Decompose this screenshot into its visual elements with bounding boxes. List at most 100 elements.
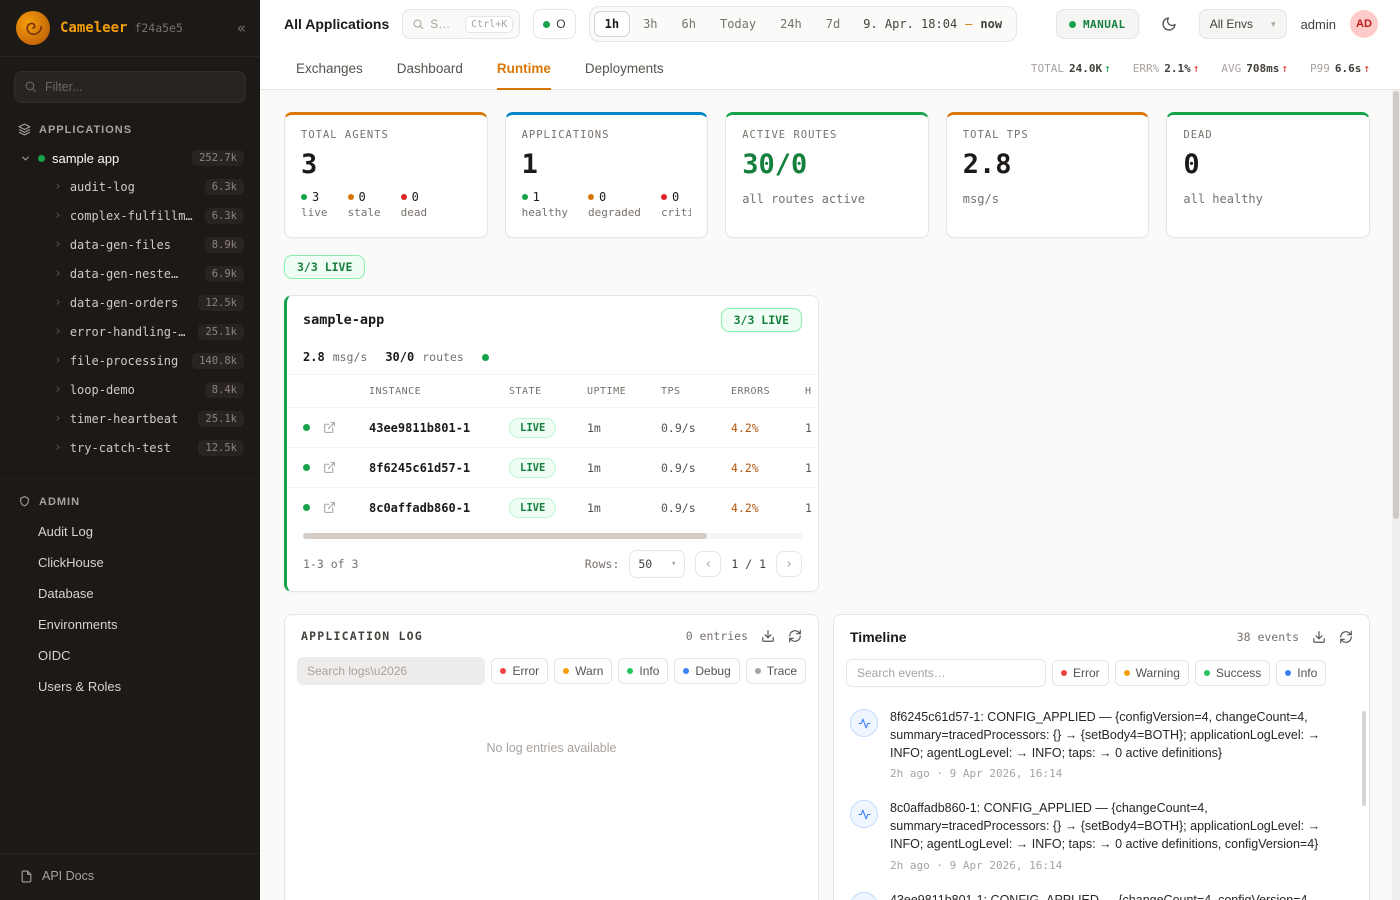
sidebar-item-complex-fulfillment[interactable]: ›complex-fulfillm…6.3k — [0, 201, 260, 230]
tps-cell: 0.9/s — [661, 461, 731, 475]
time-range-7d[interactable]: 7d — [815, 11, 851, 37]
external-link-icon[interactable] — [323, 421, 369, 434]
stat-card-total-agents: TOTAL AGENTS 3 3live 0stale 0dead — [284, 112, 488, 238]
time-range-3h[interactable]: 3h — [632, 11, 668, 37]
sidebar-item-data-gen-orders[interactable]: ›data-gen-orders12.5k — [0, 288, 260, 317]
global-search[interactable]: S… Ctrl+K — [402, 9, 520, 39]
application-name[interactable]: sample-app — [303, 312, 384, 328]
page-scrollbar-thumb[interactable] — [1393, 91, 1399, 519]
timeline-event[interactable]: 8c0affadb860-1: CONFIG_APPLIED — {change… — [850, 790, 1351, 881]
time-range-6h[interactable]: 6h — [671, 11, 707, 37]
next-page-button[interactable]: › — [776, 551, 802, 577]
timeline-panel-header: Timeline 38 events — [834, 615, 1369, 657]
timeline-search-input[interactable] — [846, 659, 1046, 687]
stat-card-title: APPLICATIONS — [522, 129, 692, 141]
timeline-filter-info[interactable]: Info — [1276, 660, 1326, 686]
sidebar-collapse-button[interactable]: « — [237, 19, 246, 37]
log-search-input[interactable] — [297, 657, 485, 685]
log-filter-error[interactable]: Error — [491, 658, 548, 684]
trend-up-icon: ↑ — [1104, 62, 1111, 75]
sidebar-item-loop-demo[interactable]: ›loop-demo8.4k — [0, 375, 260, 404]
log-filter-trace[interactable]: Trace — [746, 658, 806, 684]
api-docs-link[interactable]: API Docs — [0, 853, 260, 900]
log-filter-debug[interactable]: Debug — [674, 658, 739, 684]
timeline-filter-success[interactable]: Success — [1195, 660, 1270, 686]
count-badge: 8.9k — [205, 237, 244, 253]
log-filter-warn[interactable]: Warn — [554, 658, 612, 684]
keyboard-shortcut-badge: Ctrl+K — [465, 16, 513, 33]
sidebar-item-sample-app[interactable]: sample app 252.7k — [0, 144, 260, 172]
tab-exchanges[interactable]: Exchanges — [296, 48, 363, 90]
activity-icon — [850, 892, 878, 900]
column-header-uptime: UPTIME — [587, 386, 661, 397]
sidebar-item-users-roles[interactable]: Users & Roles — [0, 671, 260, 702]
event-text: 43ee9811b801-1: CONFIG_APPLIED — {change… — [890, 892, 1311, 900]
chevron-right-icon: › — [54, 324, 62, 339]
sidebar-filter-input[interactable] — [14, 71, 246, 103]
refresh-icon[interactable] — [788, 629, 802, 643]
manual-mode-button[interactable]: MANUAL — [1056, 9, 1139, 39]
sidebar-item-environments[interactable]: Environments — [0, 609, 260, 640]
table-header-row: INSTANCE STATE UPTIME TPS ERRORS H — [287, 375, 818, 407]
online-toggle[interactable]: O — [533, 9, 575, 39]
horizontal-scrollbar — [303, 533, 802, 539]
sidebar-item-error-handling[interactable]: ›error-handling-…25.1k — [0, 317, 260, 346]
sidebar-item-audit-log[interactable]: ›audit-log6.3k — [0, 172, 260, 201]
dark-mode-toggle[interactable] — [1153, 9, 1185, 39]
sidebar-item-data-gen-nested[interactable]: ›data-gen-neste…6.9k — [0, 259, 260, 288]
table-row[interactable]: 8c0affadb860-1 LIVE 1m 0.9/s 4.2% 1 — [287, 487, 818, 527]
sidebar-item-oidc[interactable]: OIDC — [0, 640, 260, 671]
table-row[interactable]: 43ee9811b801-1 LIVE 1m 0.9/s 4.2% 1 — [287, 407, 818, 447]
app-root: Cameleerf24a5e5 « APPLICATIONS sample ap… — [0, 0, 1400, 900]
time-range-group: 1h 3h 6h Today 24h 7d 9. Apr. 18:04 — no… — [589, 6, 1017, 42]
download-icon[interactable] — [1312, 630, 1326, 644]
errors-cell: 4.2% — [731, 461, 805, 475]
sidebar-item-data-gen-files[interactable]: ›data-gen-files8.9k — [0, 230, 260, 259]
sidebar-item-clickhouse[interactable]: ClickHouse — [0, 547, 260, 578]
log-filter-info[interactable]: Info — [618, 658, 668, 684]
external-link-icon[interactable] — [323, 501, 369, 514]
external-link-icon[interactable] — [323, 461, 369, 474]
timeline-event[interactable]: 8f6245c61d57-1: CONFIG_APPLIED — {config… — [850, 699, 1351, 790]
rows-per-page-select[interactable]: 50 ▾ — [629, 550, 685, 578]
sidebar-item-file-processing[interactable]: ›file-processing140.8k — [0, 346, 260, 375]
stat-card-metrics: 3live 0stale 0dead — [301, 190, 471, 219]
date-range[interactable]: 9. Apr. 18:04 — now — [863, 17, 1002, 31]
timeline-scrollbar-thumb[interactable] — [1362, 711, 1366, 806]
environment-select[interactable]: All Envs ▾ — [1199, 9, 1287, 39]
tps-cell: 0.9/s — [661, 421, 731, 435]
application-card-header: sample-app 3/3 LIVE — [287, 296, 818, 344]
sidebar-item-try-catch-test[interactable]: ›try-catch-test12.5k — [0, 433, 260, 462]
chevron-right-icon: › — [54, 237, 62, 252]
page-scrollbar[interactable] — [1392, 90, 1400, 900]
tab-bar: Exchanges Dashboard Runtime Deployments … — [260, 48, 1400, 90]
time-range-24h[interactable]: 24h — [769, 11, 813, 37]
tps-value: 2.8 — [303, 350, 325, 364]
horizontal-scrollbar-thumb[interactable] — [303, 533, 707, 539]
refresh-icon[interactable] — [1339, 630, 1353, 644]
prev-page-button[interactable]: ‹ — [695, 551, 721, 577]
tab-deployments[interactable]: Deployments — [585, 48, 664, 90]
tab-runtime[interactable]: Runtime — [497, 48, 551, 90]
timeline-filter-error[interactable]: Error — [1052, 660, 1109, 686]
row-range-label: 1-3 of 3 — [303, 557, 358, 571]
time-range-today[interactable]: Today — [709, 11, 767, 37]
sidebar-app-name: sample app — [52, 151, 119, 166]
sidebar-item-audit-log-admin[interactable]: Audit Log — [0, 516, 260, 547]
chameleon-logo-icon — [23, 18, 43, 38]
application-card-stats: 2.8 msg/s 30/0 routes — [287, 344, 818, 375]
time-range-1h[interactable]: 1h — [594, 11, 630, 37]
uptime-cell: 1m — [587, 421, 661, 435]
routes-value: 30/0 — [385, 350, 414, 364]
table-row[interactable]: 8f6245c61d57-1 LIVE 1m 0.9/s 4.2% 1 — [287, 447, 818, 487]
download-icon[interactable] — [761, 629, 775, 643]
sidebar-item-database[interactable]: Database — [0, 578, 260, 609]
activity-icon — [850, 709, 878, 737]
timeline-filter-warning[interactable]: Warning — [1115, 660, 1189, 686]
chevron-right-icon: › — [54, 208, 62, 223]
avatar[interactable]: AD — [1350, 10, 1378, 38]
sidebar-item-timer-heartbeat[interactable]: ›timer-heartbeat25.1k — [0, 404, 260, 433]
tab-dashboard[interactable]: Dashboard — [397, 48, 463, 90]
count-badge: 140.8k — [192, 353, 244, 369]
timeline-event[interactable]: 43ee9811b801-1: CONFIG_APPLIED — {change… — [850, 882, 1351, 900]
